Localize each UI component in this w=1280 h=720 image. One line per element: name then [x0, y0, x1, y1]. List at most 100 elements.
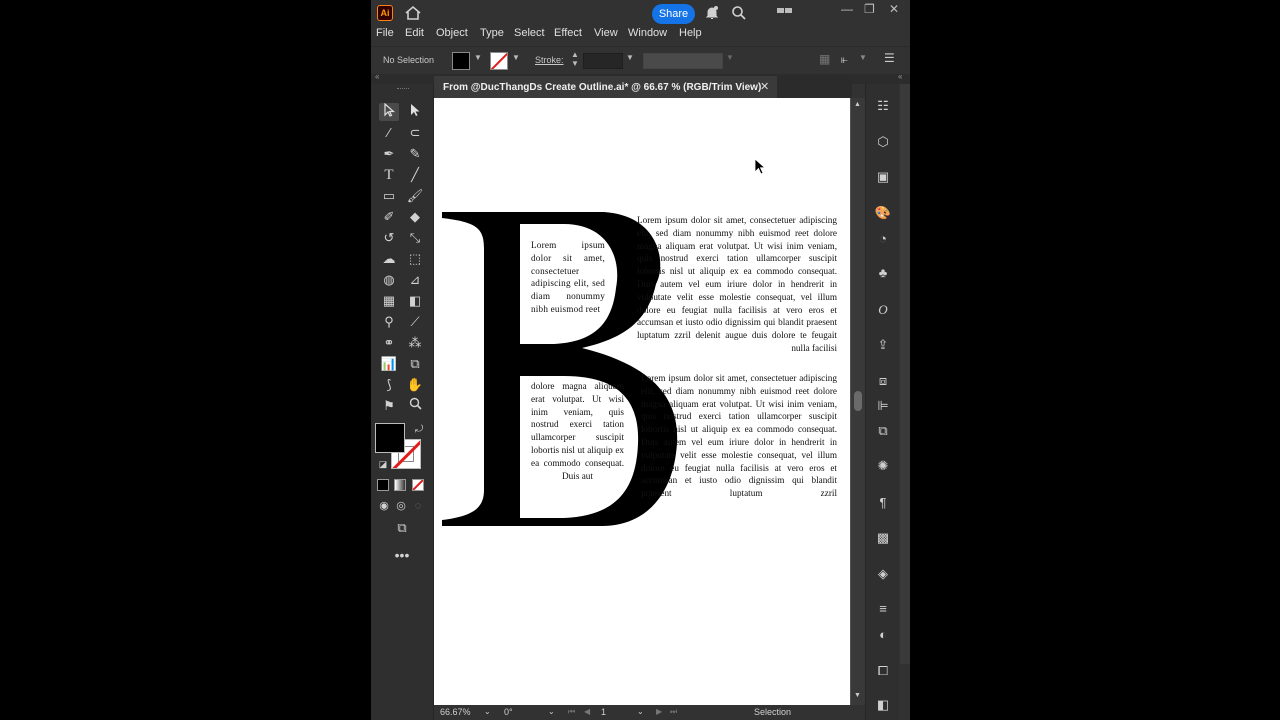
search-icon[interactable] [731, 5, 747, 25]
rectangle-tool-icon[interactable]: ▭ [379, 187, 399, 205]
appearance-panel-icon[interactable]: ✺ [874, 457, 892, 475]
canvas-area[interactable]: B Lorem ipsum dolor sit amet, consectetu… [434, 98, 851, 705]
edit-toolbar-icon[interactable]: ••• [392, 546, 412, 564]
paintbrush-tool-icon[interactable]: 🖌 [405, 187, 425, 205]
stroke-swatch[interactable] [490, 52, 508, 70]
image-trace-panel-icon[interactable]: ▩ [874, 529, 892, 547]
minimize-icon[interactable]: — [841, 2, 853, 16]
scroll-up-icon[interactable]: ▲ [854, 101, 861, 108]
perspective-grid-tool-icon[interactable]: ⊿ [405, 271, 425, 289]
none-mode-icon[interactable] [412, 479, 424, 491]
slice-tool-icon[interactable]: ⟆ [379, 376, 399, 394]
shaper-tool-icon[interactable]: ✐ [379, 208, 399, 226]
paragraph-panel-icon[interactable]: ¶ [874, 494, 892, 512]
zoom-dropdown-icon[interactable]: ⌄ [484, 707, 491, 716]
screen-mode-icon[interactable]: ⧉ [392, 519, 412, 537]
color-mode-icon[interactable] [377, 479, 389, 491]
3d-panel-icon[interactable]: ⬡ [874, 133, 892, 151]
transform-panel-icon[interactable]: ⧈ [874, 372, 892, 390]
first-artboard-icon[interactable]: ⏮ [568, 707, 575, 717]
panel-dock-scrollbar[interactable] [900, 84, 910, 664]
stroke-panel-icon[interactable]: ≡ [874, 600, 892, 618]
fill-color-box[interactable] [375, 423, 405, 453]
bell-icon[interactable] [704, 5, 720, 25]
menu-type[interactable]: Type [480, 27, 504, 39]
stroke-dropdown-icon[interactable]: ▼ [512, 53, 520, 62]
right-top-paragraph[interactable]: Lorem ipsum dolor sit amet, consectetuer… [637, 214, 837, 355]
artboard[interactable]: B Lorem ipsum dolor sit amet, consectetu… [434, 98, 850, 705]
vertical-scrollbar[interactable]: ▲ ▼ [851, 98, 865, 705]
scrollbar-thumb[interactable] [854, 391, 862, 411]
color-guide-panel-icon[interactable]: ◔ [874, 230, 892, 248]
gradient-panel-icon[interactable]: ◧ [874, 696, 892, 714]
swap-colors-icon[interactable]: ⤾ [409, 421, 429, 439]
libraries-panel-icon[interactable]: ▣ [874, 168, 892, 186]
selection-tool-icon[interactable] [379, 102, 399, 121]
opentype-panel-icon[interactable]: O [874, 301, 892, 319]
shape-builder-tool-icon[interactable]: ◍ [379, 271, 399, 289]
symbol-sprayer-tool-icon[interactable]: ⁂ [405, 334, 425, 352]
share-button[interactable]: Share [652, 4, 695, 24]
eraser-tool-icon[interactable]: ◆ [405, 208, 425, 226]
menu-object[interactable]: Object [436, 27, 468, 39]
last-artboard-icon[interactable]: ⏭ [670, 707, 677, 717]
export-panel-icon[interactable]: ⇪ [874, 336, 892, 354]
restore-icon[interactable]: ❐ [864, 2, 875, 16]
next-artboard-icon[interactable]: ▶ [656, 707, 662, 716]
artboard-tool-icon[interactable]: ⧉ [405, 355, 425, 373]
menu-view[interactable]: View [594, 27, 618, 39]
inner-bottom-paragraph[interactable]: dolore magna aliquam erat volutpat. Ut w… [531, 380, 624, 482]
menu-edit[interactable]: Edit [405, 27, 424, 39]
rotation-dropdown-icon[interactable]: ⌄ [548, 707, 555, 716]
collapse-right-icon[interactable]: « [898, 72, 902, 81]
warp-tool-icon[interactable]: ☁ [379, 250, 399, 268]
scale-tool-icon[interactable]: ⤡ [405, 229, 425, 247]
gradient-mode-icon[interactable] [394, 479, 406, 491]
fill-dropdown-icon[interactable]: ▼ [474, 53, 482, 62]
line-tool-icon[interactable]: ╱ [405, 166, 425, 184]
rotation-value[interactable]: 0° [504, 707, 513, 717]
collapse-left-icon[interactable]: « [375, 72, 379, 81]
stroke-weight-stepper[interactable]: ▲ ▼ [571, 50, 579, 68]
properties-panel-icon[interactable]: ☷ [874, 97, 892, 115]
menu-window[interactable]: Window [628, 27, 667, 39]
variable-width-dropdown-icon[interactable]: ▼ [726, 53, 734, 62]
type-tool-icon[interactable]: T [379, 166, 399, 184]
menu-effect[interactable]: Effect [554, 27, 582, 39]
menu-file[interactable]: File [376, 27, 394, 39]
align-panel-icon[interactable]: ⊫ [874, 397, 892, 415]
stroke-weight-input[interactable] [583, 53, 623, 69]
stroke-weight-dropdown-icon[interactable]: ▼ [626, 53, 634, 62]
menu-select[interactable]: Select [514, 27, 545, 39]
rotate-tool-icon[interactable]: ↺ [379, 229, 399, 247]
align-dropdown-icon[interactable]: ▼ [859, 53, 867, 62]
variable-width-field[interactable] [643, 53, 723, 69]
symbols-panel-icon[interactable]: ♣ [874, 264, 892, 282]
toolbar-grip[interactable] [397, 88, 409, 90]
color-panel-icon[interactable]: 🎨 [874, 204, 892, 222]
free-transform-tool-icon[interactable]: ⬚ [405, 250, 425, 268]
document-tab[interactable]: From @DucThangDs Create Outline.ai* @ 66… [434, 76, 777, 98]
blend-tool-icon[interactable]: ⚭ [379, 334, 399, 352]
right-bottom-paragraph[interactable]: Lorem ipsum dolor sit amet, consectetuer… [641, 372, 837, 500]
artboards-panel-icon[interactable]: ⧠ [874, 662, 892, 680]
pen-tool-icon[interactable]: ✒ [379, 145, 399, 163]
artboard-number[interactable]: 1 [601, 707, 606, 717]
transparency-panel-icon[interactable]: ◐ [874, 626, 892, 644]
hand-tool-icon[interactable]: ✋ [405, 376, 425, 394]
gradient-tool-icon[interactable]: ◧ [405, 292, 425, 310]
previous-artboard-icon[interactable]: ◀ [584, 707, 590, 716]
print-tiling-tool-icon[interactable]: ⚑ [379, 397, 399, 415]
zoom-level[interactable]: 66.67% [440, 707, 471, 717]
pathfinder-panel-icon[interactable]: ⧉ [874, 422, 892, 440]
column-graph-tool-icon[interactable]: 📊 [379, 355, 399, 373]
draw-inside-icon[interactable]: ◌ [408, 497, 428, 515]
home-icon[interactable] [404, 5, 422, 25]
align-icon[interactable]: ⫦ [841, 52, 848, 67]
panel-menu-icon[interactable]: ☰ [884, 51, 895, 65]
layers-panel-icon[interactable]: ◈ [874, 565, 892, 583]
default-colors-icon[interactable]: ◪ [373, 455, 393, 473]
curvature-tool-icon[interactable]: ✎ [405, 145, 425, 163]
menu-help[interactable]: Help [679, 27, 702, 39]
close-document-icon[interactable]: ✕ [760, 80, 769, 93]
